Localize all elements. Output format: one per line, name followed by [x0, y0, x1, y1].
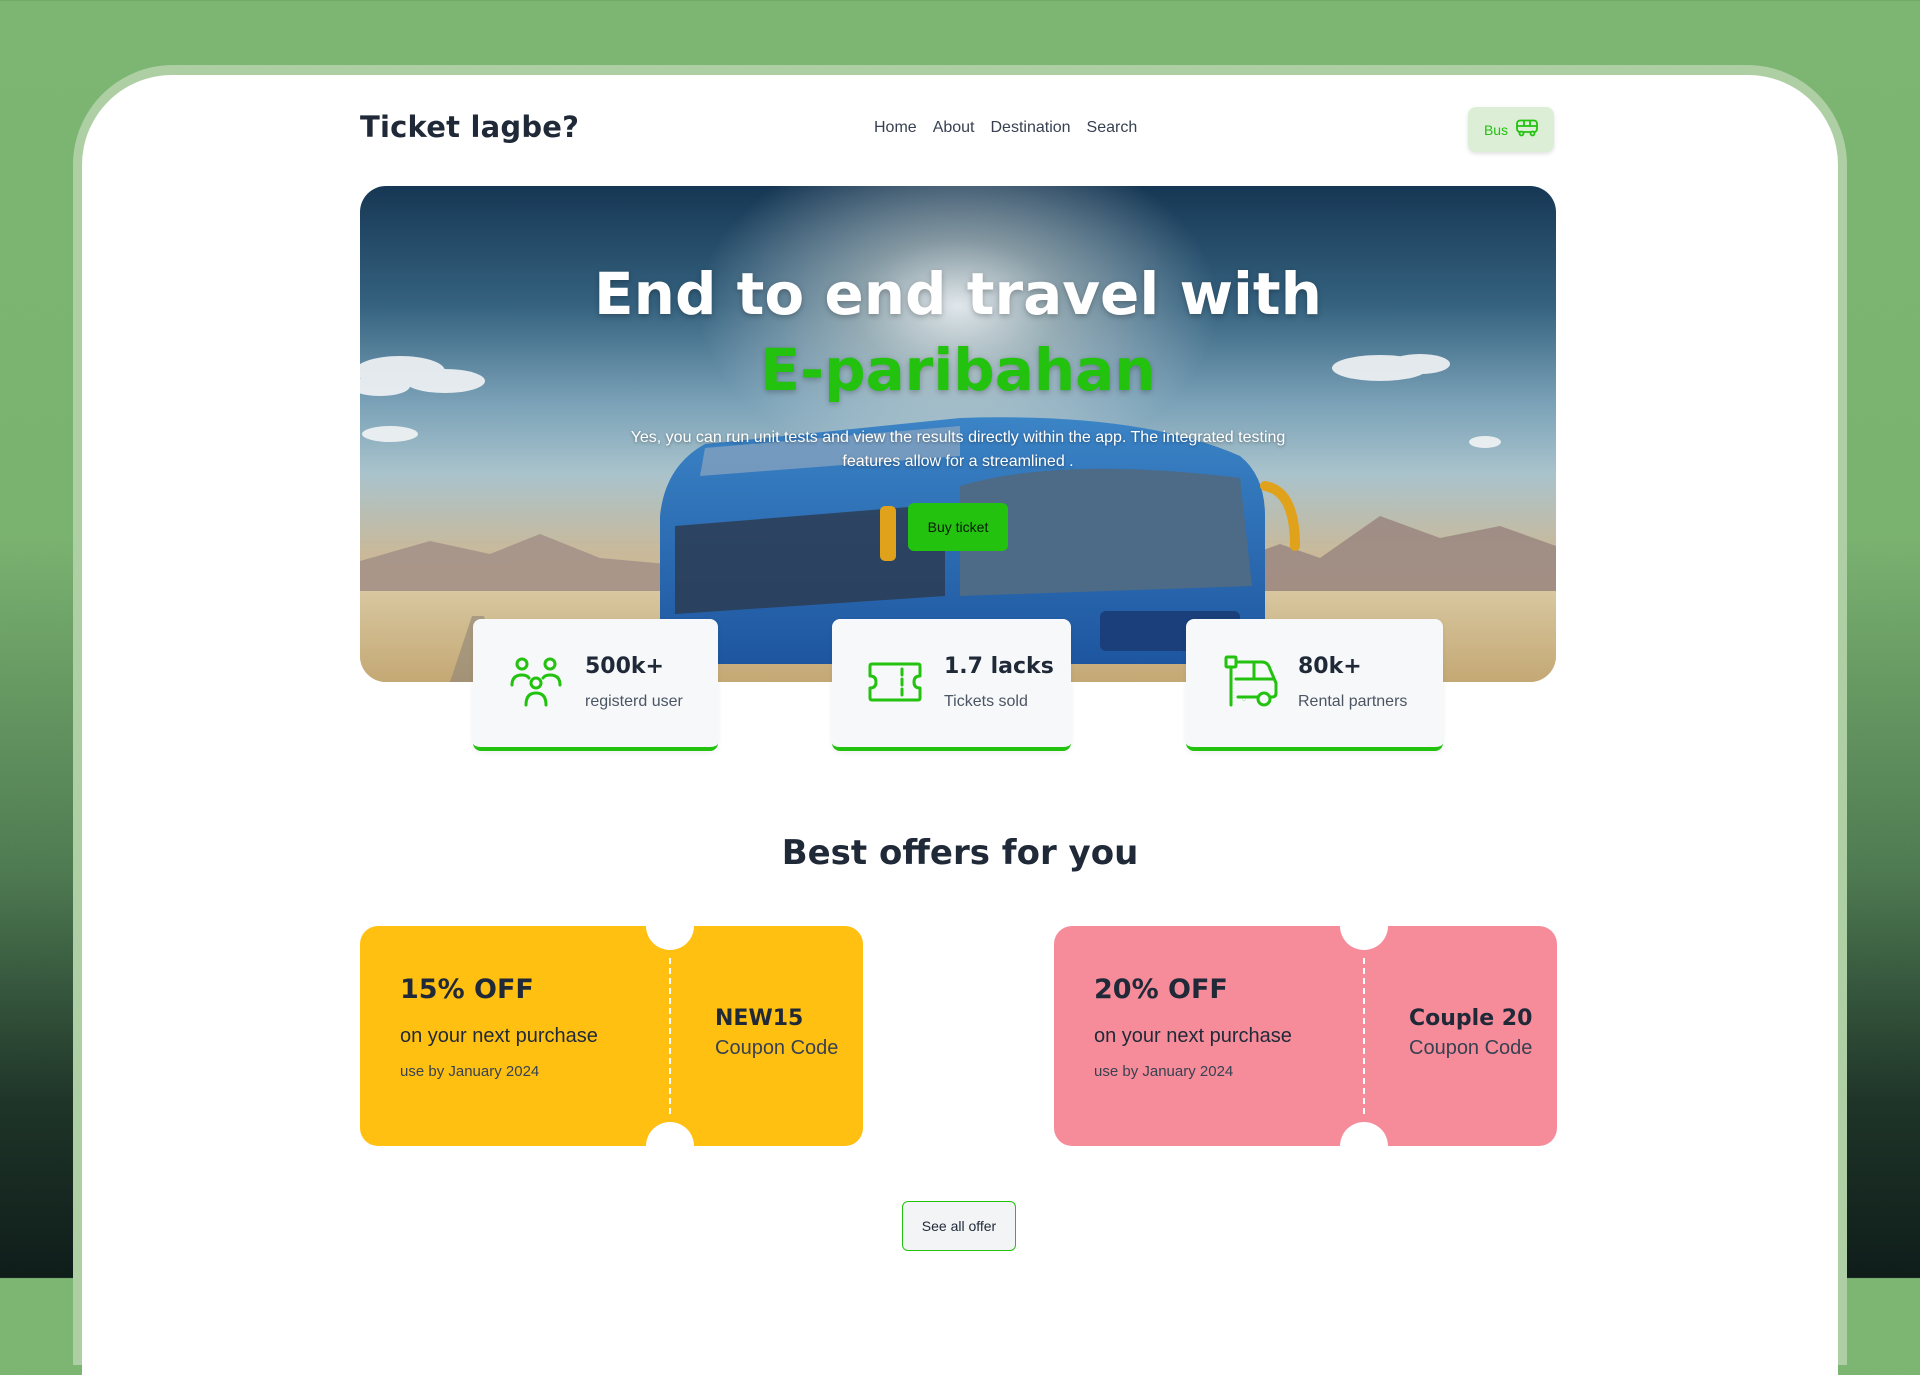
stat-card-rentals: 80k+ Rental partners [1186, 619, 1443, 751]
see-all-offers-button[interactable]: See all offer [902, 1201, 1016, 1251]
landing-page: Ticket lagbe? Home About Destination Sea… [82, 75, 1838, 1375]
coupon-code[interactable]: NEW15 [715, 1006, 803, 1031]
coupon-notch [646, 1122, 694, 1146]
stat-label: Tickets sold [944, 693, 1028, 711]
main-nav: Home About Destination Search [874, 119, 1137, 137]
stat-value: 1.7 lacks [944, 654, 1054, 679]
stat-label: registerd user [585, 693, 683, 711]
coupon-notch [1340, 1122, 1388, 1146]
coupon-divider [1363, 958, 1365, 1114]
nav-link-about[interactable]: About [933, 119, 975, 137]
coupon-notch [1340, 926, 1388, 950]
coupon-code-label: Coupon Code [715, 1037, 838, 1060]
coupon-card[interactable]: 15% OFF on your next purchase use by Jan… [360, 926, 863, 1146]
nav-link-destination[interactable]: Destination [991, 119, 1071, 137]
stat-value: 500k+ [585, 654, 664, 679]
hero-subtitle: Yes, you can run unit tests and view the… [610, 426, 1306, 474]
buy-ticket-button[interactable]: Buy ticket [908, 503, 1008, 551]
stat-card-users: 500k+ registerd user [473, 619, 718, 751]
offers-heading: Best offers for you [82, 833, 1838, 873]
hero-title-line1: End to end travel with [594, 260, 1322, 328]
users-icon [509, 655, 563, 713]
bus-button[interactable]: Bus [1468, 107, 1554, 152]
coupon-code[interactable]: Couple 20 [1409, 1006, 1532, 1031]
coupon-description: on your next purchase [1094, 1025, 1292, 1048]
nav-link-home[interactable]: Home [874, 119, 917, 137]
coupon-notch [646, 926, 694, 950]
bus-button-label: Bus [1484, 122, 1508, 138]
site-logo[interactable]: Ticket lagbe? [360, 110, 579, 144]
coupon-card[interactable]: 20% OFF on your next purchase use by Jan… [1054, 926, 1557, 1146]
rental-vehicle-icon [1224, 655, 1280, 713]
stat-value: 80k+ [1298, 654, 1362, 679]
coupon-description: on your next purchase [400, 1025, 598, 1048]
hero-banner: End to end travel with E-paribahan Yes, … [360, 186, 1556, 682]
hero-title-brand: E-paribahan [360, 332, 1556, 408]
coupon-validity: use by January 2024 [1094, 1063, 1233, 1080]
stat-label: Rental partners [1298, 693, 1407, 711]
coupon-divider [669, 958, 671, 1114]
coupon-code-label: Coupon Code [1409, 1037, 1532, 1060]
hero-title: End to end travel with E-paribahan [360, 256, 1556, 408]
coupon-validity: use by January 2024 [400, 1063, 539, 1080]
coupon-discount: 20% OFF [1094, 974, 1228, 1005]
ticket-icon [868, 661, 922, 707]
stat-card-tickets: 1.7 lacks Tickets sold [832, 619, 1071, 751]
coupon-discount: 15% OFF [400, 974, 534, 1005]
bus-icon [1516, 119, 1538, 140]
nav-link-search[interactable]: Search [1087, 119, 1138, 137]
